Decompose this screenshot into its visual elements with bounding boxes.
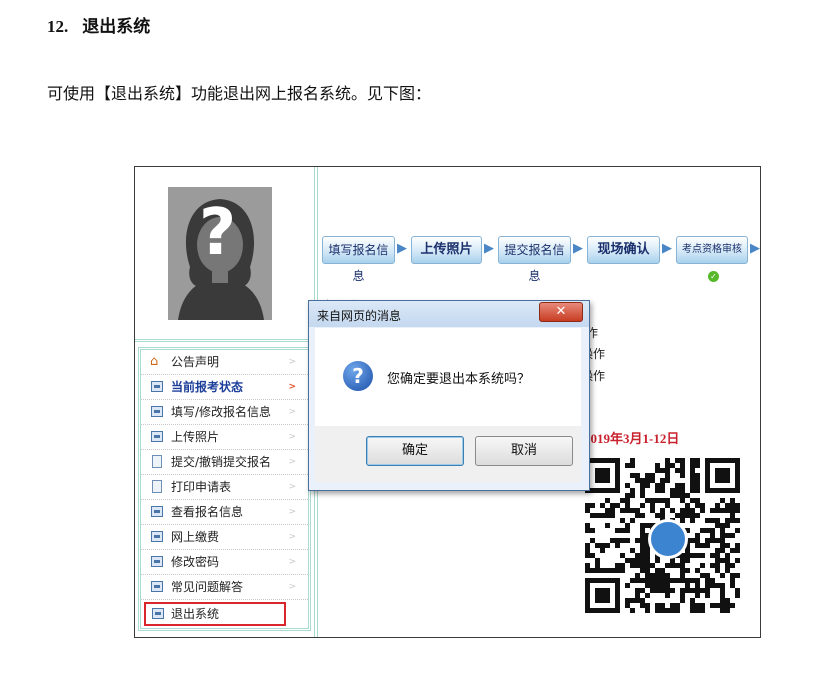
step-label: 提交报名信息 (504, 243, 565, 283)
menu-item-label: 常见问题解答 (171, 580, 244, 594)
menu-item-current-status[interactable]: 当前报考状态 > (141, 375, 308, 400)
menu-item-label: 填写/修改报名信息 (171, 405, 272, 419)
chevron-right-icon: > (288, 357, 296, 367)
menu-item-logout[interactable]: 退出系统 (144, 602, 286, 626)
card-icon (151, 506, 163, 517)
chevron-right-icon: > (288, 582, 296, 592)
dialog-message: 您确定要退出本系统吗？ (387, 372, 531, 387)
card-icon (151, 431, 163, 442)
step-label: 考点资格审核 (682, 244, 742, 255)
chevron-right-icon: > (288, 507, 296, 517)
menu-item-label: 退出系统 (171, 607, 220, 621)
sidebar-menu: ⌂ 公告声明 > 当前报考状态 > 填写/修改报名信息 > 上传照片 > 提交/… (138, 347, 311, 631)
avatar-frame: ? (135, 167, 314, 342)
section-title: 退出系统 (82, 17, 151, 37)
step-fill-info[interactable]: 填写报名信息 (322, 236, 395, 283)
step-qualification-review[interactable]: 考点资格审核 ✓ (676, 236, 748, 282)
sidebar: ? ⌂ 公告声明 > 当前报考状态 > 填写/修改报名信息 > 上传照片 > 提… (135, 167, 318, 637)
menu-item-edit-info[interactable]: 填写/修改报名信息 > (141, 400, 308, 425)
menu-item-online-payment[interactable]: 网上缴费 > (141, 525, 308, 550)
step-label: 上传照片 (420, 242, 473, 257)
dialog-titlebar: 来自网页的消息 ✕ (309, 301, 589, 327)
step-label: 现场确认 (597, 242, 650, 257)
cancel-button[interactable]: 取消 (475, 436, 573, 466)
avatar-placeholder-icon: ? (168, 187, 272, 320)
question-icon: ? (343, 361, 373, 391)
section-number: 12. (47, 17, 69, 36)
card-icon (151, 381, 163, 392)
step-arrow-icon: ▶ (750, 241, 760, 256)
document-icon (152, 480, 162, 493)
step-upload-photo[interactable]: 上传照片 (411, 236, 482, 264)
menu-item-announcement[interactable]: ⌂ 公告声明 > (141, 350, 308, 375)
card-icon (151, 581, 163, 592)
menu-item-label: 打印申请表 (171, 480, 232, 494)
chevron-right-icon: > (288, 532, 296, 542)
document-icon (152, 455, 162, 468)
menu-item-label: 当前报考状态 (171, 380, 244, 394)
step-arrow-icon: ▶ (573, 241, 583, 256)
check-icon: ✓ (708, 271, 719, 282)
chevron-right-icon: > (288, 557, 296, 567)
question-mark-icon: ? (199, 196, 237, 270)
dialog-footer: 确定 取消 (315, 426, 581, 482)
chevron-right-icon: > (288, 382, 296, 392)
menu-item-label: 公告声明 (171, 355, 220, 369)
chevron-right-icon: > (288, 457, 296, 467)
menu-item-upload-photo[interactable]: 上传照片 > (141, 425, 308, 450)
confirm-dialog: 来自网页的消息 ✕ ? 您确定要退出本系统吗？ 确定 取消 (308, 300, 590, 491)
card-icon (151, 556, 163, 567)
close-icon[interactable]: ✕ (539, 302, 583, 322)
step-submit-info[interactable]: 提交报名信息 (498, 236, 571, 283)
chevron-right-icon: > (288, 432, 296, 442)
house-icon: ⌂ (150, 354, 159, 369)
menu-item-label: 网上缴费 (171, 530, 220, 544)
menu-item-view-info[interactable]: 查看报名信息 > (141, 500, 308, 525)
dialog-title: 来自网页的消息 (317, 309, 402, 323)
menu-item-submit[interactable]: 提交/撤销提交报名 > (141, 450, 308, 475)
step-arrow-icon: ▶ (397, 241, 407, 256)
registration-date: 2019年3月1-12日 (584, 431, 680, 446)
chevron-right-icon: > (288, 407, 296, 417)
card-icon (151, 531, 163, 542)
menu-item-print-form[interactable]: 打印申请表 > (141, 475, 308, 500)
menu-item-label: 修改密码 (171, 555, 220, 569)
menu-item-label: 提交/撤销提交报名 (171, 455, 272, 469)
menu-item-label: 上传照片 (171, 430, 220, 444)
menu-item-label: 查看报名信息 (171, 505, 244, 519)
step-arrow-icon: ▶ (484, 241, 494, 256)
card-icon (152, 608, 164, 619)
step-label: 填写报名信息 (328, 243, 389, 283)
chevron-right-icon: > (288, 482, 296, 492)
dialog-body: ? 您确定要退出本系统吗？ (315, 328, 581, 426)
ok-button[interactable]: 确定 (366, 436, 464, 466)
intro-paragraph: 可使用【退出系统】功能退出网上报名系统。见下图： (47, 84, 432, 103)
menu-item-change-password[interactable]: 修改密码 > (141, 550, 308, 575)
section-heading: 12. 退出系统 (47, 12, 150, 37)
embedded-screenshot: ? ⌂ 公告声明 > 当前报考状态 > 填写/修改报名信息 > 上传照片 > 提… (134, 166, 761, 638)
menu-item-faq[interactable]: 常见问题解答 > (141, 575, 308, 600)
qr-logo-icon (648, 519, 688, 559)
step-arrow-icon: ▶ (662, 241, 672, 256)
card-icon (151, 406, 163, 417)
step-onsite-confirm[interactable]: 现场确认 (587, 236, 660, 264)
